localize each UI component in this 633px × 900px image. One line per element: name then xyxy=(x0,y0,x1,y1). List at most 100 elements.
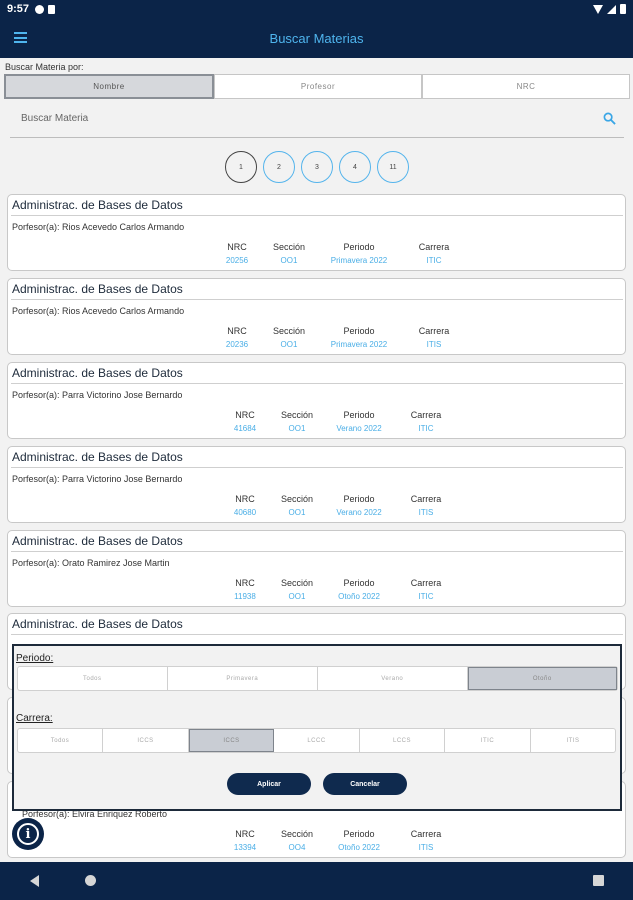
course-title: Administrac. de Bases de Datos xyxy=(12,450,183,464)
course-title: Administrac. de Bases de Datos xyxy=(12,198,183,212)
course-professor: Porfesor(a): Parra Victorino Jose Bernar… xyxy=(12,390,183,400)
carrera-value: ITIS xyxy=(426,340,442,349)
carrera-option-lccc[interactable]: LCCC xyxy=(274,729,360,752)
course-professor: Porfesor(a): Rios Acevedo Carlos Armando xyxy=(12,306,185,316)
info-button[interactable]: i xyxy=(12,818,44,850)
seccion-header: Sección xyxy=(280,494,314,504)
nrc-header: NRC xyxy=(227,242,247,252)
periodo-option-verano[interactable]: Verano xyxy=(318,667,468,690)
nrc-header: NRC xyxy=(235,410,255,420)
seccion-value: OO1 xyxy=(280,340,298,349)
periodo-header: Periodo xyxy=(343,578,375,588)
course-title: Administrac. de Bases de Datos xyxy=(12,617,183,631)
course-title: Administrac. de Bases de Datos xyxy=(12,366,183,380)
course-card[interactable]: Administrac. de Bases de Datos Porfesor(… xyxy=(7,446,626,523)
carrera-value: ITIS xyxy=(418,843,434,852)
carrera-option-iccs-2[interactable]: ICCS xyxy=(189,729,274,752)
carrera-header: Carrera xyxy=(418,326,450,336)
page-button-1[interactable]: 1 xyxy=(225,151,257,183)
nrc-value: 11938 xyxy=(234,592,256,601)
page-button-11[interactable]: 11 xyxy=(377,151,409,183)
nrc-header: NRC xyxy=(235,494,255,504)
cancel-button[interactable]: Cancelar xyxy=(323,773,407,795)
seccion-value: OO1 xyxy=(288,424,306,433)
carrera-header: Carrera xyxy=(410,829,442,839)
course-card[interactable]: Administrac. de Bases de Datos Porfesor(… xyxy=(7,530,626,607)
course-card[interactable]: Administrac. de Bases de Datos Porfesor(… xyxy=(7,278,626,355)
periodo-value: Verano 2022 xyxy=(336,508,382,517)
status-time: 9:57 xyxy=(7,3,30,15)
course-info: NRC 20256 Sección OO1 Periodo Primavera 202… xyxy=(205,242,459,265)
card-divider xyxy=(11,634,623,635)
carrera-value: ITIC xyxy=(418,592,434,601)
periodo-header: Periodo xyxy=(343,326,375,336)
carrera-option-iccs[interactable]: ICCS xyxy=(103,729,189,752)
card-divider xyxy=(11,551,623,552)
notification-icon xyxy=(35,4,45,14)
search-type-selector: Nombre Profesor NRC xyxy=(4,74,630,99)
course-info: NRC 40680 Sección OO1 Periodo Verano 2022 C… xyxy=(213,494,451,517)
course-title: Administrac. de Bases de Datos xyxy=(12,282,183,296)
periodo-value: Otoño 2022 xyxy=(338,592,380,601)
search-input[interactable]: Buscar Materia xyxy=(10,106,624,138)
course-info: NRC 20236 Sección OO1 Periodo Primavera 202… xyxy=(205,326,459,349)
carrera-option-itic[interactable]: ITIC xyxy=(445,729,531,752)
carrera-header: Carrera xyxy=(410,494,442,504)
page-title: Buscar Materias xyxy=(269,30,364,46)
card-divider xyxy=(11,215,623,216)
nrc-value: 40680 xyxy=(233,508,257,517)
card-divider xyxy=(11,299,623,300)
page-button-2[interactable]: 2 xyxy=(263,151,295,183)
seccion-value: OO1 xyxy=(288,508,306,517)
nrc-header: NRC xyxy=(227,326,247,336)
search-icon[interactable] xyxy=(603,112,616,125)
nrc-value: 41684 xyxy=(233,424,257,433)
course-card[interactable]: Administrac. de Bases de Datos Porfesor(… xyxy=(7,362,626,439)
search-placeholder: Buscar Materia xyxy=(21,113,89,124)
page-button-4[interactable]: 4 xyxy=(339,151,371,183)
card-divider xyxy=(11,467,623,468)
course-professor: Porfesor(a): Rios Acevedo Carlos Armando xyxy=(12,222,185,232)
carrera-value: ITIC xyxy=(426,256,442,265)
carrera-option-lccs[interactable]: LCCS xyxy=(360,729,445,752)
search-type-nrc[interactable]: NRC xyxy=(422,74,630,99)
menu-icon[interactable] xyxy=(14,32,27,43)
seccion-header: Sección xyxy=(280,410,314,420)
periodo-option-primavera[interactable]: Primavera xyxy=(168,667,318,690)
course-info: NRC 13394 Sección OO4 Periodo Otoño 2022 Ca… xyxy=(213,829,451,852)
apply-button[interactable]: Aplicar xyxy=(227,773,311,795)
carrera-header: Carrera xyxy=(410,410,442,420)
course-card[interactable]: Administrac. de Bases de Datos Porfesor(… xyxy=(7,194,626,271)
status-bar: 9:57 xyxy=(0,0,633,18)
carrera-option-todos[interactable]: Todos xyxy=(18,729,103,752)
sim-icon xyxy=(48,4,56,14)
periodo-filter-label: Periodo: xyxy=(16,653,54,664)
seccion-value: OO1 xyxy=(288,592,306,601)
nrc-value: 20236 xyxy=(225,340,249,349)
back-icon[interactable] xyxy=(30,875,39,887)
course-professor: Porfesor(a): Orato Ramirez Jose Martin xyxy=(12,558,170,568)
course-info: NRC 11938 Sección OO1 Periodo Otoño 2022 Ca… xyxy=(213,578,451,601)
search-type-nombre[interactable]: Nombre xyxy=(4,74,214,99)
carrera-option-itis[interactable]: ITIS xyxy=(531,729,615,752)
periodo-header: Periodo xyxy=(343,410,375,420)
search-type-profesor[interactable]: Profesor xyxy=(214,74,422,99)
course-professor: Porfesor(a): Parra Victorino Jose Bernar… xyxy=(12,474,183,484)
page-button-3[interactable]: 3 xyxy=(301,151,333,183)
periodo-option-otono[interactable]: Otoño xyxy=(467,667,617,690)
seccion-header: Sección xyxy=(280,578,314,588)
course-info: NRC 41684 Sección OO1 Periodo Verano 2022 C… xyxy=(213,410,451,433)
recent-apps-icon[interactable] xyxy=(593,875,604,886)
signal-icon xyxy=(607,4,616,14)
periodo-option-todos[interactable]: Todos xyxy=(18,667,168,690)
system-nav-bar xyxy=(0,862,633,900)
carrera-value: ITIS xyxy=(418,508,434,517)
carrera-header: Carrera xyxy=(418,242,450,252)
app-bar: Buscar Materias xyxy=(0,18,633,58)
pagination: 1 2 3 4 11 xyxy=(225,151,409,183)
periodo-filter: Todos Primavera Verano Otoño xyxy=(17,666,618,691)
seccion-value: OO1 xyxy=(280,256,298,265)
nrc-header: NRC xyxy=(235,829,255,839)
home-icon[interactable] xyxy=(85,875,96,886)
seccion-value: OO4 xyxy=(288,843,306,852)
